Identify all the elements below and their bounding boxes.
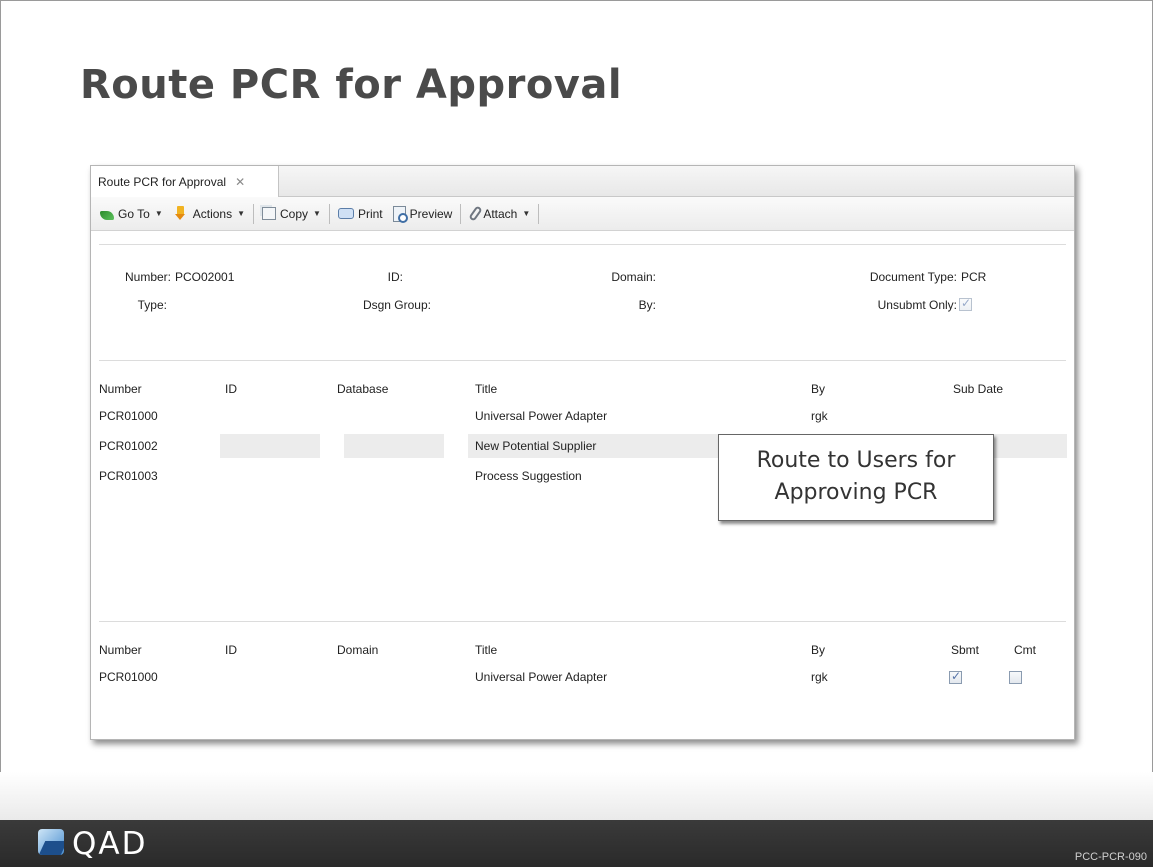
callout-line-2: Approving PCR [774,480,938,505]
cell-number: PCR01000 [99,409,158,423]
tab-route-pcr[interactable]: Route PCR for Approval ✕ [91,166,279,197]
col-header-sub-date[interactable]: Sub Date [953,382,1003,396]
print-button[interactable]: Print [333,202,388,226]
attach-label: Attach [483,206,518,221]
actions-button[interactable]: Actions ▼ [168,202,250,226]
col-header-database[interactable]: Database [337,382,388,396]
footer-fade [0,772,1153,820]
cell-number: PCR01002 [99,439,158,453]
col-header-number[interactable]: Number [99,643,142,657]
chevron-down-icon: ▼ [237,209,246,218]
col-header-domain[interactable]: Domain [337,643,378,657]
table-row[interactable]: PCR01000 Universal Power Adapter rgk [99,665,1067,689]
actions-label: Actions [192,206,233,221]
tab-strip: Route PCR for Approval ✕ [91,166,1074,197]
domain-label: Domain: [611,270,656,284]
cell-highlight [220,434,320,458]
id-label: ID: [387,270,403,284]
number-label: Number: [124,270,171,284]
slide-code: PCC-PCR-090 [1074,851,1147,863]
goto-label: Go To [118,206,150,221]
printer-icon [337,208,354,219]
divider [99,360,1066,361]
unsubmt-only-checkbox[interactable] [959,296,972,311]
attach-button[interactable]: Attach ▼ [464,202,535,226]
paperclip-icon [468,205,483,222]
cell-title: Process Suggestion [475,469,582,483]
cell-title: New Potential Supplier [475,439,597,453]
number-value[interactable]: PCO02001 [175,270,234,284]
toolbar-separator [460,203,462,224]
table-row[interactable]: PCR01000 Universal Power Adapter rgk [99,404,1067,428]
cell-highlight [344,434,444,458]
copy-label: Copy [280,206,309,221]
document-type-value[interactable]: PCR [961,270,986,284]
chevron-down-icon: ▼ [522,209,531,218]
cell-title: Universal Power Adapter [475,670,608,684]
col-header-by[interactable]: By [811,382,825,396]
print-label: Print [357,206,383,221]
copy-icon [262,207,277,220]
col-header-sbmt[interactable]: Sbmt [951,643,979,657]
divider [99,621,1066,622]
toolbar-separator [538,203,540,224]
preview-icon [392,205,408,223]
unsubmt-only-label: Unsubmt Only: [877,298,957,312]
col-header-title[interactable]: Title [475,382,497,396]
app-window: Route PCR for Approval ✕ Go To ▼ Actions… [90,165,1075,740]
copy-button[interactable]: Copy ▼ [257,202,326,226]
toolbar-separator [328,203,330,224]
toolbar: Go To ▼ Actions ▼ Copy ▼ Print Preview A… [91,197,1074,231]
col-header-id[interactable]: ID [225,643,237,657]
cell-by: rgk [811,409,828,423]
slide-title: Route PCR for Approval [80,62,623,108]
cell-number: PCR01000 [99,670,158,684]
actions-icon [173,205,189,222]
callout-box: Route to Users for Approving PCR [718,434,994,521]
col-header-cmt[interactable]: Cmt [1014,643,1036,657]
col-header-number[interactable]: Number [99,382,142,396]
cell-by: rgk [811,670,828,684]
callout-line-1: Route to Users for [756,448,956,473]
divider [99,244,1066,245]
logo-text: QAD [72,826,148,862]
preview-button[interactable]: Preview [388,202,458,226]
qad-logo-icon [38,829,64,855]
document-type-label: Document Type: [869,270,957,284]
close-icon[interactable]: ✕ [235,175,245,189]
footer-bar [0,820,1153,867]
col-header-by[interactable]: By [811,643,825,657]
sbmt-checkbox[interactable] [949,669,962,684]
chevron-down-icon: ▼ [154,209,163,218]
dsgn-group-label: Dsgn Group: [362,298,431,312]
tab-label: Route PCR for Approval [98,174,227,189]
cmt-checkbox[interactable] [1009,671,1022,684]
col-header-id[interactable]: ID [225,382,237,396]
goto-button[interactable]: Go To ▼ [95,202,168,226]
type-label: Type: [137,298,167,312]
cell-title: Universal Power Adapter [475,409,608,423]
toolbar-separator [253,203,255,224]
chevron-down-icon: ▼ [313,209,321,218]
by-label: By: [638,298,656,312]
preview-label: Preview [409,206,453,221]
col-header-title[interactable]: Title [475,643,497,657]
goto-icon [100,210,114,220]
cell-number: PCR01003 [99,469,158,483]
